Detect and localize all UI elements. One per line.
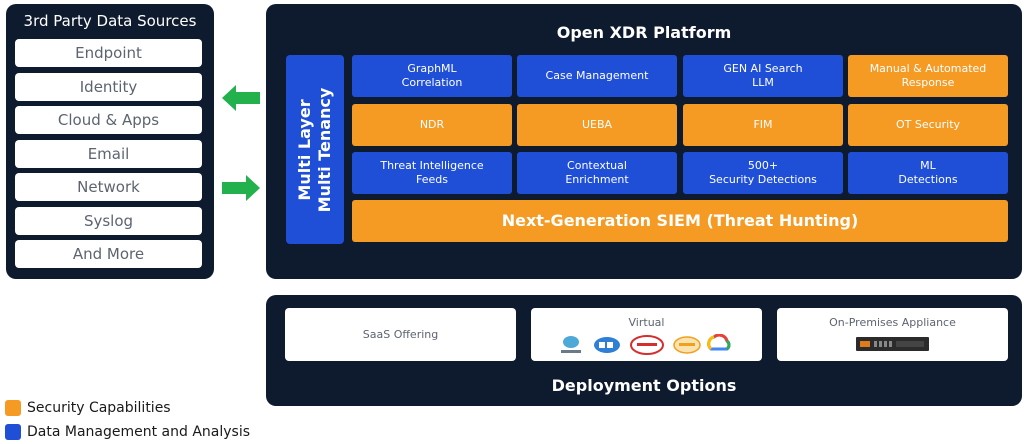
vmware-icon bbox=[561, 336, 581, 353]
cap-fim: FIM bbox=[683, 104, 843, 146]
cap-contextual-enrichment: Contextual Enrichment bbox=[517, 152, 677, 194]
data-sources-title: 3rd Party Data Sources bbox=[23, 12, 197, 30]
cap-ueba: UEBA bbox=[517, 104, 677, 146]
data-sources-panel: 3rd Party Data Sources Endpoint Identity… bbox=[6, 4, 214, 279]
legend-data: Data Management and Analysis bbox=[5, 424, 250, 440]
tenancy-line-1: Multi Layer bbox=[295, 98, 314, 201]
cap-ndr: NDR bbox=[352, 104, 512, 146]
cap-manual-automated-response: Manual & Automated Response bbox=[848, 55, 1008, 97]
virtual-logos bbox=[561, 334, 731, 355]
onprem-box: On-Premises Appliance bbox=[777, 308, 1008, 361]
deployment-title: Deployment Options bbox=[551, 376, 737, 395]
cap-threat-intelligence: Threat Intelligence Feeds bbox=[352, 152, 512, 194]
google-cloud-icon bbox=[707, 334, 731, 351]
legend-data-swatch bbox=[5, 424, 21, 440]
legend-security-swatch bbox=[5, 400, 21, 416]
legend-data-label: Data Management and Analysis bbox=[27, 424, 251, 440]
cap-security-detections: 500+ Security Detections bbox=[683, 152, 843, 194]
source-syslog: Syslog bbox=[15, 207, 202, 235]
platform-title: Open XDR Platform bbox=[556, 23, 732, 42]
aws-icon bbox=[673, 336, 701, 354]
saas-box: SaaS Offering bbox=[285, 308, 516, 361]
onprem-label: On-Premises Appliance bbox=[829, 316, 956, 329]
tenancy-line-2: Multi Tenancy bbox=[315, 87, 334, 212]
cap-gen-ai-search: GEN AI Search LLM bbox=[683, 55, 843, 97]
saas-label: SaaS Offering bbox=[362, 328, 439, 341]
multi-tenancy-bar: Multi Layer Multi Tenancy bbox=[286, 55, 344, 244]
source-cloud-apps: Cloud & Apps bbox=[15, 106, 202, 134]
source-endpoint: Endpoint bbox=[15, 39, 202, 67]
arrow-right-icon bbox=[222, 175, 260, 201]
legend-security-label: Security Capabilities bbox=[27, 400, 171, 416]
source-identity: Identity bbox=[15, 73, 202, 101]
oracle-cloud-icon bbox=[630, 335, 664, 355]
virtual-box: Virtual bbox=[531, 308, 762, 361]
source-email: Email bbox=[15, 140, 202, 168]
virtual-label: Virtual bbox=[628, 316, 665, 329]
arrow-left-icon bbox=[222, 85, 260, 111]
cap-case-management: Case Management bbox=[517, 55, 677, 97]
source-and-more: And More bbox=[15, 240, 202, 268]
siem-bar: Next-Generation SIEM (Threat Hunting) bbox=[352, 200, 1008, 242]
hyperv-icon bbox=[594, 337, 620, 353]
source-network: Network bbox=[15, 173, 202, 201]
cap-ml-detections: ML Detections bbox=[848, 152, 1008, 194]
cap-ot-security: OT Security bbox=[848, 104, 1008, 146]
legend-security: Security Capabilities bbox=[5, 400, 171, 416]
cap-graphml-correlation: GraphML Correlation bbox=[352, 55, 512, 97]
appliance-icon bbox=[856, 337, 929, 351]
